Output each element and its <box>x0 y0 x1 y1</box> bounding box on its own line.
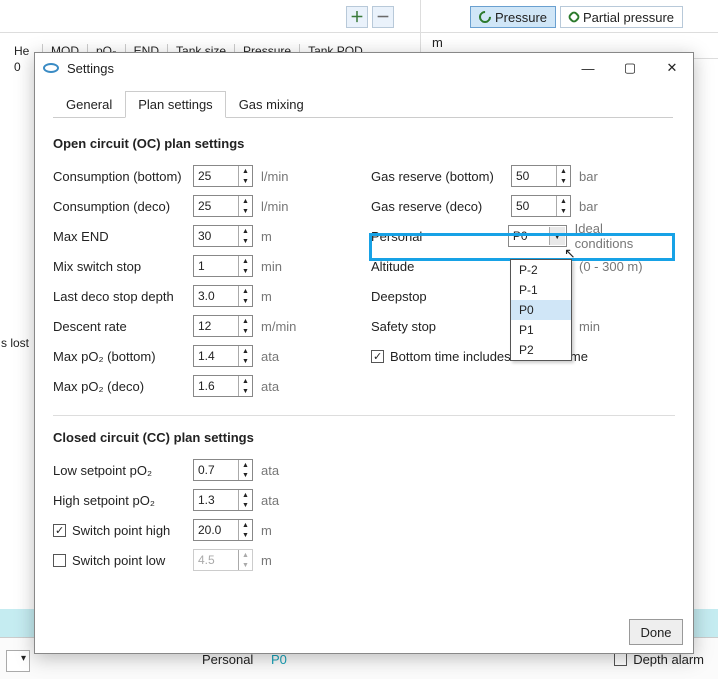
cc-check-3[interactable]: Switch point low <box>53 553 193 568</box>
status-combo[interactable] <box>6 650 30 672</box>
cc-column: Low setpoint pO₂0.7▲▼ataHigh setpoint pO… <box>53 455 373 575</box>
personal-option-P0[interactable]: P0 <box>511 300 571 320</box>
gas-reserve-bottom-input[interactable]: 50▲▼ <box>511 165 571 187</box>
row-cc-3: Switch point low4.5▲▼m <box>53 545 373 575</box>
settings-dialog: Settings — ▢ ✕ General Plan settings Gas… <box>34 52 694 654</box>
row-oc-3: Mix switch stop1▲▼min <box>53 251 345 281</box>
separator <box>53 415 675 416</box>
pressure-toggle[interactable]: Pressure <box>470 6 556 28</box>
titlebar[interactable]: Settings — ▢ ✕ <box>35 53 693 83</box>
oc-input-7[interactable]: 1.6▲▼ <box>193 375 253 397</box>
done-button[interactable]: Done <box>629 619 683 645</box>
chevron-down-icon: ▼ <box>549 227 565 245</box>
oc-section-title: Open circuit (OC) plan settings <box>53 136 675 151</box>
oc-input-6[interactable]: 1.4▲▼ <box>193 345 253 367</box>
unit-m: m <box>432 35 443 50</box>
personal-option-P-1[interactable]: P-1 <box>511 280 571 300</box>
app-icon <box>43 63 59 73</box>
oc-input-0[interactable]: 25▲▼ <box>193 165 253 187</box>
depth-alarm-checkbox[interactable]: Depth alarm <box>614 652 704 667</box>
cc-input-3: 4.5▲▼ <box>193 549 253 571</box>
personal-option-P1[interactable]: P1 <box>511 320 571 340</box>
partial-icon <box>567 10 581 24</box>
remove-button[interactable]: － <box>372 6 394 28</box>
cc-section-title: Closed circuit (CC) plan settings <box>53 430 675 445</box>
gas-lost-label: s lost <box>1 336 29 350</box>
row-oc-5: Descent rate12▲▼m/min <box>53 311 345 341</box>
status-personal: Personal P0 <box>202 652 287 667</box>
dialog-title: Settings <box>67 61 114 76</box>
tab-general[interactable]: General <box>53 91 125 118</box>
checkbox-icon <box>371 350 384 363</box>
oc-input-3[interactable]: 1▲▼ <box>193 255 253 277</box>
checkbox-icon <box>53 524 66 537</box>
row-oc-7: Max pO₂ (deco)1.6▲▼ata <box>53 371 345 401</box>
pressure-label: Pressure <box>495 10 547 25</box>
oc-input-1[interactable]: 25▲▼ <box>193 195 253 217</box>
plan-settings-pane: Open circuit (OC) plan settings Consumpt… <box>35 118 693 575</box>
row-oc-4: Last deco stop depth3.0▲▼m <box>53 281 345 311</box>
row-personal: Personal P0 ▼ Ideal conditions <box>371 221 663 251</box>
checkbox-icon <box>53 554 66 567</box>
personal-combo[interactable]: P0 ▼ <box>508 225 567 247</box>
row-gas-reserve-deco: Gas reserve (deco) 50▲▼ bar <box>371 191 663 221</box>
partial-label: Partial pressure <box>583 10 674 25</box>
close-button[interactable]: ✕ <box>651 53 693 83</box>
maximize-button[interactable]: ▢ <box>609 53 651 83</box>
gas-he-value: 0 <box>14 60 21 74</box>
checkbox-icon <box>614 653 627 666</box>
oc-input-4[interactable]: 3.0▲▼ <box>193 285 253 307</box>
row-oc-6: Max pO₂ (bottom)1.4▲▼ata <box>53 341 345 371</box>
gas-reserve-deco-input[interactable]: 50▲▼ <box>511 195 571 217</box>
personal-hint: Ideal conditions <box>575 221 663 251</box>
gauge-icon <box>477 9 494 26</box>
cc-input-2[interactable]: 20.0▲▼ <box>193 519 253 541</box>
personal-option-P-2[interactable]: P-2 <box>511 260 571 280</box>
row-cc-0: Low setpoint pO₂0.7▲▼ata <box>53 455 373 485</box>
row-oc-1: Consumption (deco)25▲▼l/min <box>53 191 345 221</box>
cc-input-0[interactable]: 0.7▲▼ <box>193 459 253 481</box>
bg-plus-minus: ＋ － <box>346 6 394 28</box>
tabs: General Plan settings Gas mixing <box>53 91 673 118</box>
cc-check-2[interactable]: Switch point high <box>53 523 193 538</box>
oc-input-5[interactable]: 12▲▼ <box>193 315 253 337</box>
cc-input-1[interactable]: 1.3▲▼ <box>193 489 253 511</box>
minimize-button[interactable]: — <box>567 53 609 83</box>
bg-divider <box>0 32 718 33</box>
gas-table-he-header: He <box>6 44 29 58</box>
row-cc-2: Switch point high20.0▲▼m <box>53 515 373 545</box>
tab-gas-mixing[interactable]: Gas mixing <box>226 91 317 118</box>
partial-pressure-toggle[interactable]: Partial pressure <box>560 6 683 28</box>
tab-plan-settings[interactable]: Plan settings <box>125 91 225 118</box>
row-cc-1: High setpoint pO₂1.3▲▼ata <box>53 485 373 515</box>
personal-dropdown[interactable]: P-2P-1P0P1P2 <box>510 259 572 361</box>
row-oc-2: Max END30▲▼m <box>53 221 345 251</box>
add-button[interactable]: ＋ <box>346 6 368 28</box>
personal-option-P2[interactable]: P2 <box>511 340 571 360</box>
row-oc-0: Consumption (bottom)25▲▼l/min <box>53 161 345 191</box>
oc-left-column: Consumption (bottom)25▲▼l/minConsumption… <box>53 161 345 401</box>
oc-input-2[interactable]: 30▲▼ <box>193 225 253 247</box>
row-gas-reserve-bottom: Gas reserve (bottom) 50▲▼ bar <box>371 161 663 191</box>
